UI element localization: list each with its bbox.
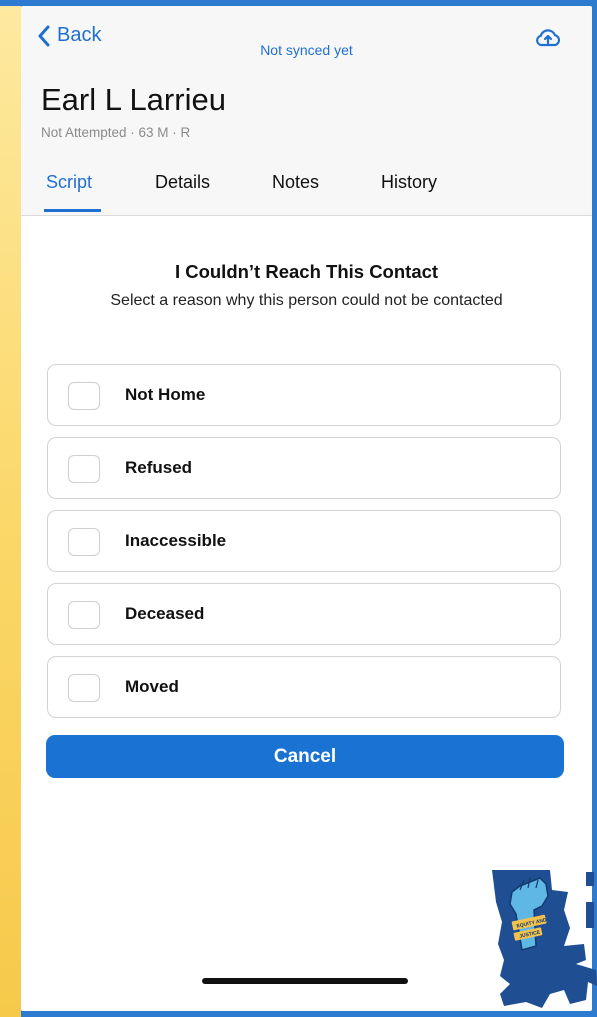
option-not-home[interactable]: Not Home bbox=[47, 364, 561, 426]
option-inaccessible[interactable]: Inaccessible bbox=[47, 510, 561, 572]
option-label: Deceased bbox=[125, 604, 205, 623]
checkbox[interactable] bbox=[68, 382, 100, 410]
checkbox[interactable] bbox=[68, 455, 100, 483]
active-tab-indicator bbox=[44, 209, 101, 212]
cloud-upload-icon bbox=[536, 29, 561, 47]
contact-meta: Not Attempted · 63 M · R bbox=[41, 125, 191, 140]
page-title: I Couldn’t Reach This Contact bbox=[174, 261, 439, 282]
tab-history[interactable]: History bbox=[381, 172, 437, 193]
home-indicator bbox=[202, 978, 408, 984]
cancel-button[interactable]: Cancel bbox=[46, 735, 564, 778]
option-refused[interactable]: Refused bbox=[47, 437, 561, 499]
option-deceased[interactable]: Deceased bbox=[47, 583, 561, 645]
checkbox[interactable] bbox=[68, 674, 100, 702]
tab-notes[interactable]: Notes bbox=[272, 172, 319, 193]
checkbox[interactable] bbox=[68, 601, 100, 629]
contact-header: Back Not synced yet Earl L Larrieu Not A… bbox=[21, 6, 592, 216]
page-subtitle: Select a reason why this person could no… bbox=[110, 292, 503, 309]
background-panel bbox=[0, 0, 21, 1017]
option-label: Refused bbox=[125, 458, 193, 477]
option-label: Not Home bbox=[125, 385, 206, 404]
option-label: Inaccessible bbox=[125, 531, 227, 550]
tab-bar: Script Details Notes History bbox=[21, 172, 592, 215]
option-label: Moved bbox=[125, 677, 179, 696]
option-moved[interactable]: Moved bbox=[47, 656, 561, 718]
checkbox[interactable] bbox=[68, 528, 100, 556]
phone-screen: Back Not synced yet Earl L Larrieu Not A… bbox=[21, 6, 592, 1011]
sync-status: Not synced yet bbox=[260, 42, 353, 58]
tab-script[interactable]: Script bbox=[46, 172, 92, 193]
contact-name: Earl L Larrieu bbox=[41, 82, 226, 117]
tab-details[interactable]: Details bbox=[155, 172, 210, 193]
sync-button[interactable] bbox=[534, 28, 562, 53]
equity-justice-logo: EQUITY AND JUSTICE bbox=[492, 870, 597, 1008]
